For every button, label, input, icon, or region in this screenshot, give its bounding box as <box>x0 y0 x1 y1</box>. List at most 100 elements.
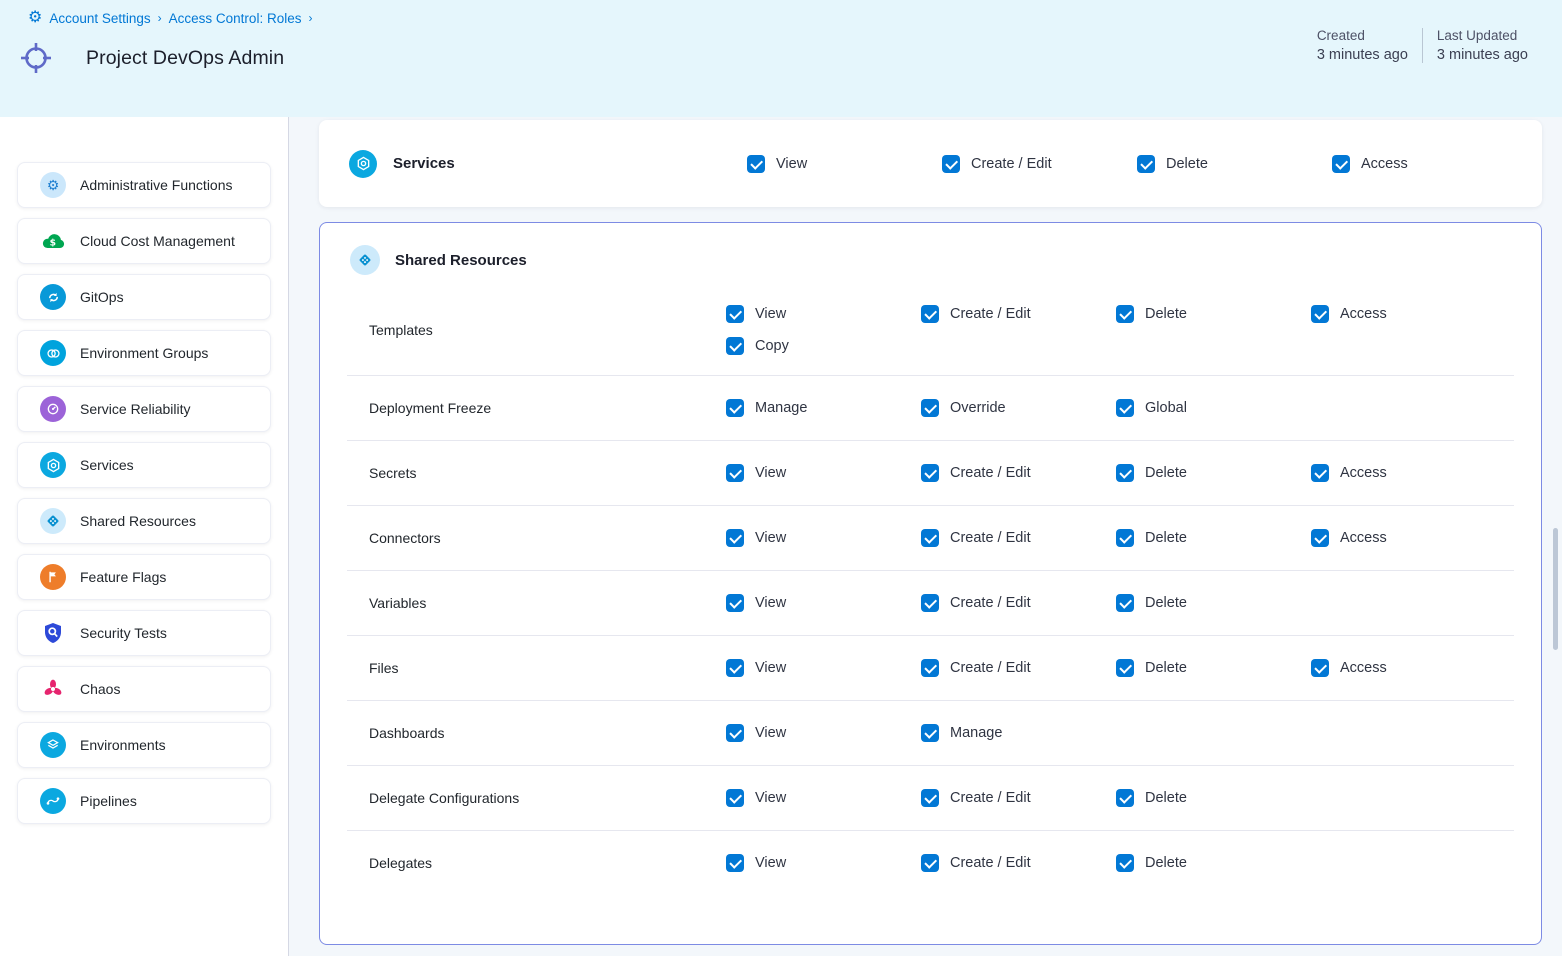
permission-checkbox-view[interactable]: View <box>726 659 921 677</box>
checkbox-checked-icon[interactable] <box>921 305 939 323</box>
checkbox-checked-icon[interactable] <box>1116 464 1134 482</box>
permission-cell: View <box>726 594 921 612</box>
checkbox-checked-icon[interactable] <box>1116 594 1134 612</box>
permission-checkbox-delete[interactable]: Delete <box>1116 789 1311 807</box>
checkbox-checked-icon[interactable] <box>747 155 765 173</box>
checkbox-checked-icon[interactable] <box>726 399 744 417</box>
checkbox-checked-icon[interactable] <box>921 659 939 677</box>
permission-checkbox-delete[interactable]: Delete <box>1116 659 1311 677</box>
permission-checkbox-create-edit[interactable]: Create / Edit <box>942 155 1137 173</box>
permission-label: Access <box>1361 156 1408 172</box>
checkbox-checked-icon[interactable] <box>1116 854 1134 872</box>
sidebar-item-environments[interactable]: Environments <box>17 722 271 768</box>
checkbox-checked-icon[interactable] <box>1116 399 1134 417</box>
permission-checkbox-delete[interactable]: Delete <box>1116 529 1311 547</box>
breadcrumb-account-settings[interactable]: Account Settings <box>49 11 150 26</box>
checkbox-checked-icon[interactable] <box>1116 305 1134 323</box>
permissions-panel: Services ViewCreate / EditDeleteAccess S… <box>289 117 1562 956</box>
permission-checkbox-create-edit[interactable]: Create / Edit <box>921 529 1116 547</box>
permission-checkbox-access[interactable]: Access <box>1311 529 1506 547</box>
sidebar-item-services[interactable]: Services <box>17 442 271 488</box>
checkbox-checked-icon[interactable] <box>921 594 939 612</box>
checkbox-checked-icon[interactable] <box>1116 659 1134 677</box>
permission-checkbox-delete[interactable]: Delete <box>1116 854 1311 872</box>
permission-checkbox-create-edit[interactable]: Create / Edit <box>921 464 1116 482</box>
permission-label: Create / Edit <box>950 855 1031 871</box>
permission-checkbox-access[interactable]: Access <box>1332 155 1527 173</box>
checkbox-checked-icon[interactable] <box>1137 155 1155 173</box>
checkbox-checked-icon[interactable] <box>726 659 744 677</box>
permission-checkbox-delete[interactable]: Delete <box>1137 155 1332 173</box>
permission-checkbox-delete[interactable]: Delete <box>1116 464 1311 482</box>
permission-checkbox-view[interactable]: View <box>726 594 921 612</box>
checkbox-checked-icon[interactable] <box>726 337 744 355</box>
permission-checkbox-view[interactable]: View <box>726 464 921 482</box>
sidebar-item-feature-flags[interactable]: Feature Flags <box>17 554 271 600</box>
permission-checkbox-delete[interactable]: Delete <box>1116 594 1311 612</box>
permission-checkbox-global[interactable]: Global <box>1116 399 1311 417</box>
checkbox-checked-icon[interactable] <box>726 464 744 482</box>
permission-checkbox-create-edit[interactable]: Create / Edit <box>921 789 1116 807</box>
sidebar-item-environment-groups[interactable]: Environment Groups <box>17 330 271 376</box>
sidebar-item-security-tests[interactable]: Security Tests <box>17 610 271 656</box>
sidebar-item-gitops[interactable]: GitOps <box>17 274 271 320</box>
created-value: 3 minutes ago <box>1317 47 1408 63</box>
sidebar-item-cloud-cost-management[interactable]: $Cloud Cost Management <box>17 218 271 264</box>
permission-checkbox-create-edit[interactable]: Create / Edit <box>921 854 1116 872</box>
checkbox-checked-icon[interactable] <box>726 724 744 742</box>
breadcrumb-separator: › <box>158 11 162 25</box>
checkbox-checked-icon[interactable] <box>921 854 939 872</box>
checkbox-checked-icon[interactable] <box>726 854 744 872</box>
checkbox-checked-icon[interactable] <box>726 594 744 612</box>
checkbox-checked-icon[interactable] <box>921 724 939 742</box>
checkbox-checked-icon[interactable] <box>726 305 744 323</box>
permission-checkbox-access[interactable]: Access <box>1311 659 1506 677</box>
checkbox-checked-icon[interactable] <box>1116 529 1134 547</box>
permission-checkbox-view[interactable]: View <box>726 724 921 742</box>
permission-checkbox-create-edit[interactable]: Create / Edit <box>921 594 1116 612</box>
checkbox-checked-icon[interactable] <box>921 789 939 807</box>
permission-checkbox-override[interactable]: Override <box>921 399 1116 417</box>
checkbox-checked-icon[interactable] <box>942 155 960 173</box>
sidebar-item-service-reliability[interactable]: Service Reliability <box>17 386 271 432</box>
checkbox-checked-icon[interactable] <box>1332 155 1350 173</box>
permission-checkbox-view[interactable]: View <box>726 854 921 872</box>
page-header: ⚙ Account Settings › Access Control: Rol… <box>0 0 1562 117</box>
permission-checkbox-view[interactable]: View <box>726 529 921 547</box>
permission-checkbox-view[interactable]: View <box>726 789 921 807</box>
permission-label: Access <box>1340 660 1387 676</box>
checkbox-checked-icon[interactable] <box>921 399 939 417</box>
sidebar-item-pipelines[interactable]: Pipelines <box>17 778 271 824</box>
checkbox-checked-icon[interactable] <box>1116 789 1134 807</box>
resource-row-connectors: ConnectorsViewCreate / EditDeleteAccess <box>347 505 1514 570</box>
permission-checkbox-delete[interactable]: Delete <box>1116 305 1311 323</box>
checkbox-checked-icon[interactable] <box>921 464 939 482</box>
checkbox-checked-icon[interactable] <box>1311 305 1329 323</box>
role-metadata: Created 3 minutes ago Last Updated 3 min… <box>1303 28 1542 63</box>
sidebar-item-label: Administrative Functions <box>80 177 233 193</box>
permission-checkbox-manage[interactable]: Manage <box>726 399 921 417</box>
permission-checkbox-manage[interactable]: Manage <box>921 724 1116 742</box>
sidebar-item-administrative-functions[interactable]: ⚙Administrative Functions <box>17 162 271 208</box>
checkbox-checked-icon[interactable] <box>1311 659 1329 677</box>
permission-checkbox-view[interactable]: View <box>726 305 921 323</box>
permission-checkbox-copy[interactable]: Copy <box>726 337 921 355</box>
checkbox-checked-icon[interactable] <box>726 789 744 807</box>
resource-row-delegate-configurations: Delegate ConfigurationsViewCreate / Edit… <box>347 765 1514 830</box>
checkbox-checked-icon[interactable] <box>921 529 939 547</box>
permission-checkbox-view[interactable]: View <box>747 155 942 173</box>
vertical-scrollbar[interactable] <box>1553 528 1558 650</box>
settings-gear-icon: ⚙ <box>28 10 42 26</box>
checkbox-checked-icon[interactable] <box>1311 464 1329 482</box>
permission-checkbox-create-edit[interactable]: Create / Edit <box>921 659 1116 677</box>
permission-checkbox-access[interactable]: Access <box>1311 464 1506 482</box>
breadcrumb-access-control-roles[interactable]: Access Control: Roles <box>169 11 302 26</box>
checkbox-checked-icon[interactable] <box>726 529 744 547</box>
sidebar-item-shared-resources[interactable]: Shared Resources <box>17 498 271 544</box>
checkbox-checked-icon[interactable] <box>1311 529 1329 547</box>
permission-checkbox-access[interactable]: Access <box>1311 305 1506 323</box>
breadcrumb: ⚙ Account Settings › Access Control: Rol… <box>28 10 1544 26</box>
sidebar-item-chaos[interactable]: Chaos <box>17 666 271 712</box>
resource-row-secrets: SecretsViewCreate / EditDeleteAccess <box>347 440 1514 505</box>
permission-checkbox-create-edit[interactable]: Create / Edit <box>921 305 1116 323</box>
